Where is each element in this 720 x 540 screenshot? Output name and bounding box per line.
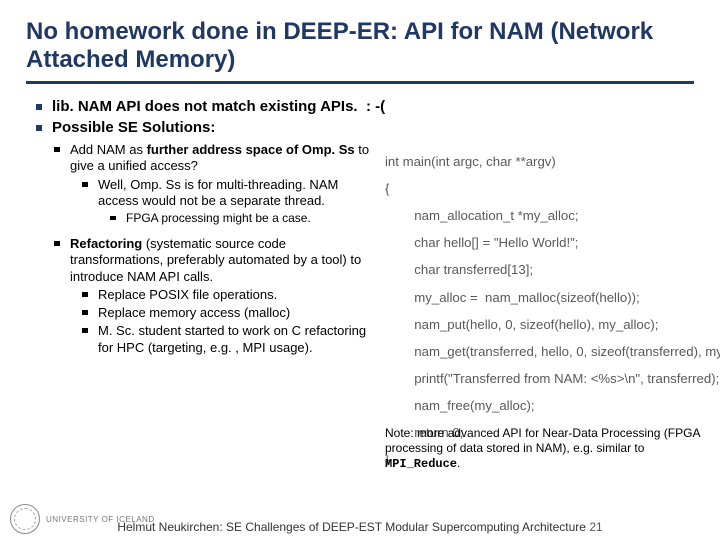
bullet-icon <box>82 328 88 333</box>
code-snippet: int main(int argc, char **argv) { nam_al… <box>381 142 720 473</box>
left-column: Add NAM as further address space of Omp.… <box>26 142 381 473</box>
note-advanced-api: Note: more advanced API for Near-Data Pr… <box>385 426 705 472</box>
bullet-icon <box>82 292 88 297</box>
footer: Helmut Neukirchen: SE Challenges of DEEP… <box>0 520 720 534</box>
slide: No homework done in DEEP-ER: API for NAM… <box>0 0 720 540</box>
bullet-fpga-case: FPGA processing might be a case. <box>110 211 381 226</box>
bullet-icon <box>82 182 88 187</box>
bullet-icon <box>82 310 88 315</box>
bullet-icon <box>54 241 60 246</box>
bullet-refactoring: Refactoring (systematic source code tran… <box>54 236 381 285</box>
top-bullets: lib. NAM API does not match existing API… <box>36 98 694 136</box>
right-column: int main(int argc, char **argv) { nam_al… <box>381 142 720 473</box>
bullet-possible-solutions: Possible SE Solutions: <box>36 119 694 136</box>
bullet-msc-student: M. Sc. student started to work on C refa… <box>82 323 381 356</box>
title-rule <box>26 81 694 84</box>
bullet-icon <box>36 104 42 110</box>
page-number: 21 <box>589 520 602 534</box>
bullet-add-nam: Add NAM as further address space of Omp.… <box>54 142 381 175</box>
bullet-ompss-multithread: Well, Omp. Ss is for multi-threading. NA… <box>82 177 381 210</box>
bullet-icon <box>54 147 60 152</box>
bullet-replace-malloc: Replace memory access (malloc) <box>82 305 381 321</box>
bullet-api-mismatch: lib. NAM API does not match existing API… <box>36 98 694 115</box>
footer-text: Helmut Neukirchen: SE Challenges of DEEP… <box>117 520 589 534</box>
bullet-icon <box>36 125 42 131</box>
bullet-replace-posix: Replace POSIX file operations. <box>82 287 381 303</box>
content-columns: Add NAM as further address space of Omp.… <box>26 142 694 473</box>
bullet-icon <box>110 216 116 220</box>
slide-title: No homework done in DEEP-ER: API for NAM… <box>26 18 694 73</box>
